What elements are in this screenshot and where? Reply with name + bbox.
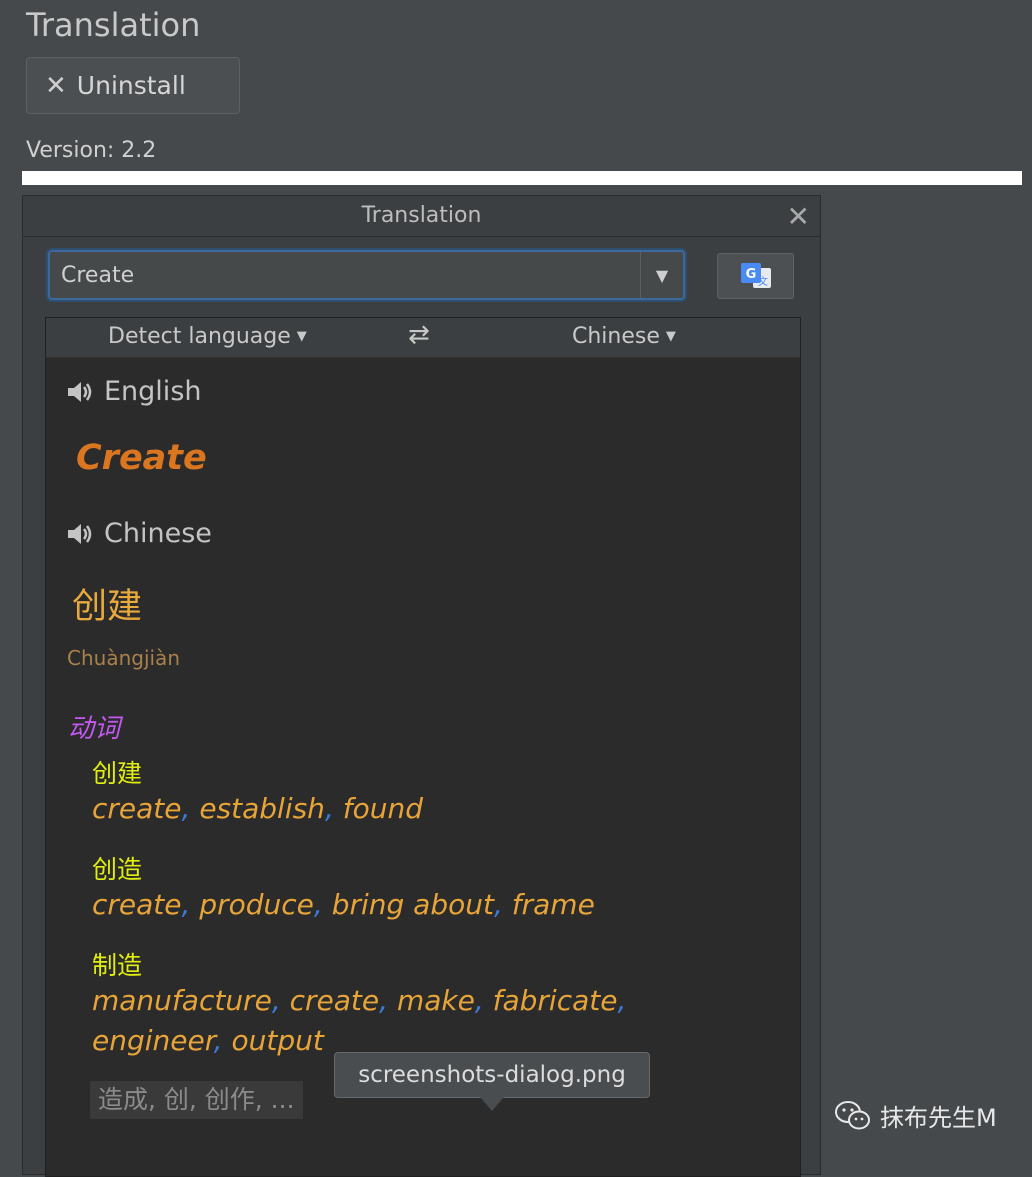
speaker-icon[interactable] bbox=[66, 379, 96, 405]
target-language-label: Chinese bbox=[66, 518, 212, 549]
synonym-link[interactable]: bring about bbox=[332, 888, 494, 921]
translation-dialog: Translation ✕ ▼ G 文 Detect language▼ ⇄ C… bbox=[22, 195, 821, 1177]
dict-entry-word: 制造 bbox=[92, 951, 143, 980]
dict-entry-synonyms: engineer, output bbox=[92, 1024, 324, 1057]
tooltip-pointer bbox=[480, 1097, 504, 1111]
dict-entry-synonyms: create, produce, bring about, frame bbox=[92, 888, 595, 921]
swap-languages-icon[interactable]: ⇄ bbox=[408, 320, 430, 350]
synonym-link[interactable]: frame bbox=[512, 888, 595, 921]
version-label: Version: 2.2 bbox=[26, 138, 157, 163]
speaker-icon[interactable] bbox=[66, 521, 96, 547]
synonym-link[interactable]: produce bbox=[199, 888, 314, 921]
translate-input-combo[interactable]: ▼ bbox=[48, 250, 685, 300]
source-language-select[interactable]: Detect language ▼ bbox=[108, 324, 307, 349]
synonym-link[interactable]: create bbox=[92, 792, 182, 825]
translate-input[interactable] bbox=[50, 252, 640, 298]
synonym-link[interactable]: make bbox=[397, 984, 475, 1017]
language-bar: Detect language ▼ ⇄ Chinese ▼ bbox=[46, 318, 800, 358]
dict-entry-word: 创建 bbox=[92, 759, 143, 788]
synonym-link[interactable]: manufacture bbox=[92, 984, 272, 1017]
synonym-link[interactable]: engineer bbox=[92, 1024, 214, 1057]
part-of-speech: 动词 bbox=[68, 714, 121, 744]
synonym-link[interactable]: output bbox=[231, 1024, 323, 1057]
more-translations-button[interactable]: 造成, 创, 创作, ... bbox=[90, 1081, 303, 1119]
translation-result-panel: Detect language ▼ ⇄ Chinese ▼ English Crea… bbox=[45, 317, 801, 1177]
translate-engine-button[interactable]: G 文 bbox=[717, 253, 794, 299]
dict-entry-word: 创造 bbox=[92, 855, 143, 884]
synonym-link[interactable]: create bbox=[290, 984, 380, 1017]
target-language-select[interactable]: Chinese ▼ bbox=[572, 324, 676, 349]
source-text: Create bbox=[76, 438, 207, 478]
dict-entry-synonyms: create, establish, found bbox=[92, 792, 424, 825]
svg-text:文: 文 bbox=[758, 275, 768, 288]
synonym-link[interactable]: fabricate bbox=[493, 984, 618, 1017]
file-tooltip: screenshots-dialog.png bbox=[334, 1052, 650, 1098]
divider bbox=[22, 171, 1022, 185]
svg-text:G: G bbox=[745, 267, 756, 282]
close-icon: ✕ bbox=[45, 70, 67, 101]
watermark: 抹布先生M bbox=[834, 1098, 997, 1133]
uninstall-button[interactable]: ✕ Uninstall bbox=[26, 57, 240, 114]
history-dropdown-icon[interactable]: ▼ bbox=[640, 252, 683, 298]
synonym-link[interactable]: create bbox=[92, 888, 182, 921]
dialog-close-icon[interactable]: ✕ bbox=[787, 200, 810, 233]
synonym-link[interactable]: establish bbox=[199, 792, 325, 825]
plugin-title: Translation bbox=[26, 6, 201, 44]
dropdown-arrow-icon: ▼ bbox=[296, 329, 307, 344]
dialog-title: Translation bbox=[23, 196, 820, 237]
dropdown-arrow-icon: ▼ bbox=[665, 329, 676, 344]
translated-text: 创建 bbox=[72, 587, 143, 627]
synonym-link[interactable]: found bbox=[343, 792, 423, 825]
dict-entry-synonyms: manufacture, create, make, fabricate, bbox=[92, 984, 627, 1017]
source-language-label: English bbox=[66, 376, 202, 407]
wechat-icon bbox=[835, 1100, 870, 1129]
uninstall-label: Uninstall bbox=[76, 71, 186, 100]
google-translate-icon: G 文 bbox=[740, 263, 771, 288]
phonetic-text: Chuàngjiàn bbox=[67, 646, 180, 670]
